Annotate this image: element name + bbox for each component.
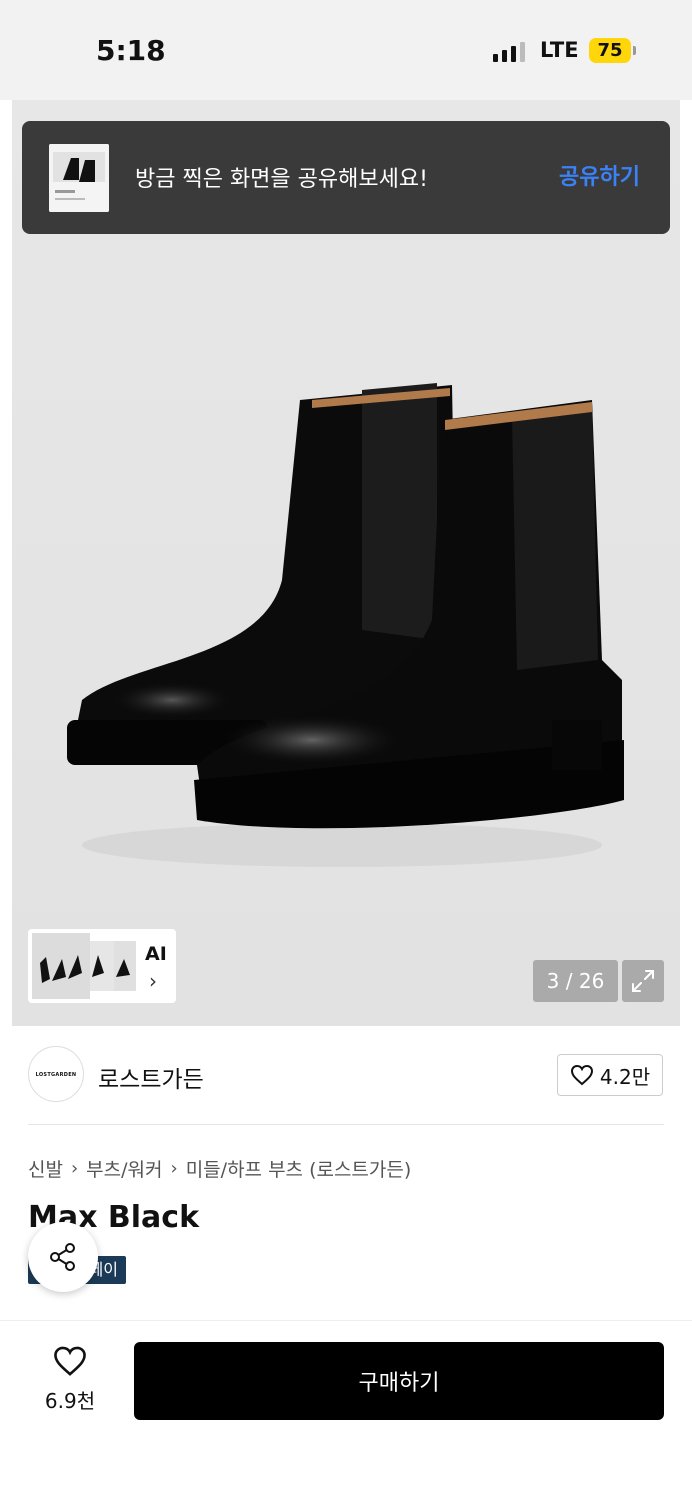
breadcrumb-item[interactable]: 신발	[28, 1155, 63, 1182]
brand-logo[interactable]: LOSTGARDEN	[28, 1046, 84, 1102]
chevron-right-icon: ›	[149, 969, 157, 993]
brand-like-count: 4.2만	[599, 1064, 651, 1089]
heart-icon	[570, 1064, 593, 1086]
expand-icon[interactable]	[622, 960, 664, 1002]
status-bar: 5:18 LTE 75	[0, 0, 692, 100]
image-counter: 3 / 26	[533, 960, 618, 1002]
signal-icon	[493, 42, 525, 62]
ai-similar-button[interactable]: AI ›	[28, 929, 176, 1003]
ai-label: AI	[145, 943, 167, 965]
share-toast: 방금 찍은 화면을 공유해보세요! 공유하기	[22, 121, 670, 234]
breadcrumb: 신발 › 부츠/워커 › 미들/하프 부츠 (로스트가든)	[28, 1155, 411, 1182]
share-icon	[50, 1243, 75, 1271]
share-button[interactable]	[28, 1222, 98, 1292]
toast-share-button[interactable]: 공유하기	[559, 159, 640, 191]
wish-count: 6.9천	[44, 1389, 96, 1413]
similar-thumbnails	[32, 933, 136, 999]
brand-row[interactable]: LOSTGARDEN 로스트가든 4.2만	[0, 1026, 692, 1126]
breadcrumb-item[interactable]: 미들/하프 부츠 (로스트가든)	[186, 1155, 412, 1182]
product-image[interactable]	[12, 100, 680, 1026]
brand-like-button[interactable]: 4.2만	[557, 1054, 663, 1096]
battery-icon: 75	[589, 38, 631, 63]
bottom-action-bar: 6.9천 구매하기	[0, 1320, 692, 1500]
wish-button[interactable]: 6.9천	[40, 1345, 100, 1414]
product-gallery[interactable]	[12, 100, 680, 1026]
chevron-right-icon: ›	[170, 1158, 178, 1179]
status-time: 5:18	[96, 34, 166, 67]
breadcrumb-item[interactable]: 부츠/워커	[86, 1155, 162, 1182]
network-label: LTE	[540, 38, 579, 62]
battery-tip	[633, 46, 636, 55]
divider	[28, 1124, 664, 1125]
heart-icon	[54, 1346, 86, 1376]
chevron-right-icon: ›	[70, 1158, 79, 1179]
buy-button[interactable]: 구매하기	[134, 1342, 664, 1420]
toast-message: 방금 찍은 화면을 공유해보세요!	[135, 167, 428, 192]
brand-name[interactable]: 로스트가든	[98, 1060, 204, 1094]
screenshot-thumbnail	[49, 144, 109, 212]
